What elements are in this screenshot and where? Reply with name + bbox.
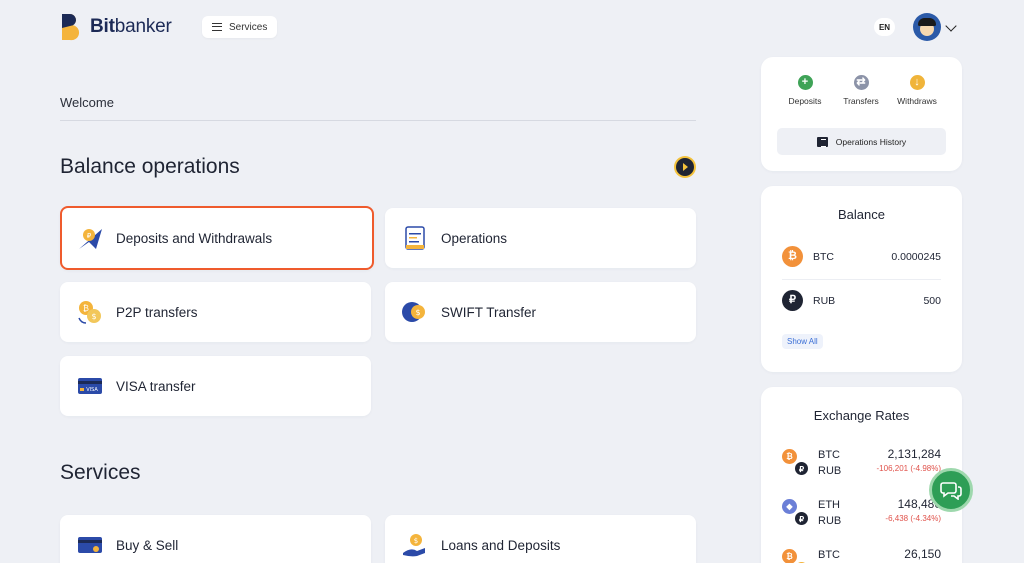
currency-pair-icon: ₿ $: [782, 547, 812, 563]
logo[interactable]: Bitbanker: [60, 13, 172, 41]
svg-text:VISA: VISA: [86, 387, 98, 393]
svg-text:$: $: [91, 312, 96, 321]
card-label: Deposits and Withdrawals: [116, 230, 273, 246]
transfers-action[interactable]: ⇄ Transfers: [836, 75, 886, 106]
exchange-rates-panel: Exchange Rates ₿ ₽ BTC RUB 2,131,284 -10…: [761, 387, 962, 563]
balance-row-btc: ₿ BTC 0.0000245: [782, 246, 941, 267]
card-loans-deposits[interactable]: $ Loans and Deposits: [385, 515, 696, 563]
rate-symbols: ETH RUB: [818, 497, 841, 529]
chevron-down-icon[interactable]: [945, 20, 957, 32]
rate-row[interactable]: ₿ ₽ BTC RUB 2,131,284 -106,201 (-4.98%): [782, 447, 941, 483]
balance-symbol: RUB: [813, 294, 836, 307]
card-operations[interactable]: Operations: [385, 208, 696, 268]
currency-pair-icon: ◆ ₽: [782, 497, 812, 527]
document-icon: [401, 224, 429, 252]
rate-base: ETH: [818, 499, 840, 511]
language-switcher[interactable]: EN: [874, 18, 895, 36]
card-label: P2P transfers: [116, 304, 198, 320]
rate-symbols: BTC RUB: [818, 447, 841, 479]
card-visa-transfer[interactable]: VISA VISA transfer: [60, 356, 371, 416]
rate-base: BTC: [818, 449, 840, 461]
avatar[interactable]: [913, 13, 941, 41]
rate-change: -106,201 (-4.98%): [876, 464, 941, 473]
visa-card-icon: VISA: [76, 372, 104, 400]
rub-icon: ₽: [794, 461, 809, 476]
rate-value: 26,150: [904, 547, 941, 561]
menu-icon: [212, 23, 222, 31]
card-label: Operations: [441, 230, 508, 246]
rate-change: -6,438 (-4.34%): [885, 514, 941, 523]
logo-text: Bitbanker: [90, 16, 172, 37]
card-label: Loans and Deposits: [441, 537, 561, 553]
btc-icon: ₿: [782, 449, 797, 464]
services-heading: Services: [60, 461, 141, 484]
balance-operations-heading: Balance operations: [60, 155, 240, 178]
rate-base: BTC: [818, 549, 840, 561]
btc-icon: ₿: [782, 246, 803, 267]
coins-exchange-icon: ₿ $: [76, 298, 104, 326]
top-header: Bitbanker Services EN: [0, 0, 1024, 56]
rate-quote: RUB: [818, 465, 842, 477]
balance-amount: 0.0000245: [891, 250, 941, 263]
card-label: Buy & Sell: [116, 537, 179, 553]
list-icon: [816, 136, 828, 147]
svg-text:₽: ₽: [87, 232, 92, 240]
balance-row-rub: ₽ RUB 500: [782, 290, 941, 311]
svg-text:₿: ₿: [83, 304, 89, 313]
plus-icon: +: [797, 75, 813, 90]
withdraws-action[interactable]: ↓ Withdraws: [892, 75, 942, 106]
operations-history-button[interactable]: Operations History: [777, 128, 946, 155]
withdraws-label: Withdraws: [897, 96, 937, 106]
card-p2p-transfers[interactable]: ₿ $ P2P transfers: [60, 282, 371, 342]
card-label: VISA transfer: [116, 378, 196, 394]
btc-icon: ₿: [782, 549, 797, 563]
svg-text:$: $: [415, 308, 420, 317]
rate-value: 2,131,284: [887, 447, 941, 461]
operations-history-label: Operations History: [835, 136, 907, 147]
card-buy-sell[interactable]: Buy & Sell: [60, 515, 371, 563]
card-icon: [76, 531, 104, 559]
card-deposits-withdrawals[interactable]: ₽ Deposits and Withdrawals: [60, 206, 374, 270]
welcome-text: Welcome: [60, 95, 114, 110]
deposits-action[interactable]: + Deposits: [780, 75, 830, 106]
rub-icon: ₽: [782, 290, 803, 311]
rub-icon: ₽: [794, 511, 809, 526]
bitbanker-logo-icon: [62, 13, 80, 41]
services-label: Services: [229, 21, 268, 33]
card-swift-transfer[interactable]: $ SWIFT Transfer: [385, 282, 696, 342]
balance-amount: 500: [923, 294, 941, 307]
avatar-hair: [918, 18, 936, 26]
balance-panel: Balance ₿ BTC 0.0000245 ₽ RUB 500 Show A…: [761, 186, 962, 372]
balance-divider: [782, 279, 941, 280]
deposit-withdraw-icon: ₽: [76, 224, 104, 252]
hand-coin-icon: $: [401, 531, 429, 559]
withdraw-icon: ↓: [909, 75, 925, 90]
exchange-rates-title: Exchange Rates: [813, 408, 910, 423]
deposits-label: Deposits: [788, 96, 822, 106]
play-video-icon[interactable]: [676, 158, 694, 176]
transfer-icon: ⇄: [853, 75, 869, 90]
eth-icon: ◆: [782, 499, 797, 514]
card-label: SWIFT Transfer: [441, 304, 537, 320]
rate-quote: RUB: [818, 515, 842, 527]
transfers-label: Transfers: [843, 96, 879, 106]
services-menu-button[interactable]: Services: [202, 16, 278, 38]
support-chat-button[interactable]: [929, 468, 973, 512]
swift-icon: $: [401, 298, 429, 326]
chat-bubbles-icon: [940, 482, 962, 500]
balance-symbol: BTC: [813, 250, 834, 263]
rate-row[interactable]: ₿ $ BTC 26,150: [782, 547, 941, 563]
quick-actions-panel: + Deposits ⇄ Transfers ↓ Withdraws Opera…: [761, 57, 962, 171]
svg-text:$: $: [414, 537, 418, 545]
divider: [60, 120, 696, 121]
currency-pair-icon: ₿ ₽: [782, 447, 812, 477]
show-all-link[interactable]: Show All: [782, 334, 823, 349]
balance-title: Balance: [838, 207, 885, 222]
rate-symbols: BTC: [818, 547, 840, 563]
rate-row[interactable]: ◆ ₽ ETH RUB 148,480 -6,438 (-4.34%): [782, 497, 941, 533]
